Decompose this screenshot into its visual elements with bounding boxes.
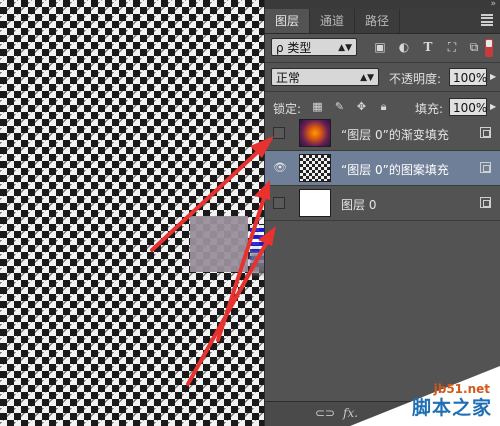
smart-object-badge-icon bbox=[480, 197, 491, 208]
filter-kind-label: ρ 类型 bbox=[276, 41, 312, 55]
layer-name: 图层 0 bbox=[341, 198, 377, 212]
lock-position-icon[interactable]: ✥ bbox=[355, 100, 368, 113]
tab-channels[interactable]: 通道 bbox=[310, 9, 356, 33]
watermark-text: 脚本之家 bbox=[411, 397, 492, 419]
eye-icon[interactable]: 👁︎ bbox=[273, 162, 287, 174]
layers-panel: » 图层 通道 路径 ρ 类型 ▲▼ ▣ ◐ T ⛶ ⧉ 正常 ▲▼ 不透明度:… bbox=[264, 0, 500, 426]
chevron-down-icon: ▲▼ bbox=[360, 73, 374, 83]
fill-input[interactable]: 100% bbox=[449, 98, 487, 116]
layer-thumbnail bbox=[299, 119, 331, 147]
document-canvas[interactable] bbox=[0, 0, 264, 426]
panel-top-bar: » bbox=[265, 0, 500, 9]
blend-mode-dropdown[interactable]: 正常 ▲▼ bbox=[271, 68, 379, 86]
layers-list: “图层 0”的渐变填充 👁︎ “图层 0”的图案填充 图层 0 bbox=[265, 116, 500, 400]
visibility-toggle[interactable] bbox=[273, 197, 285, 209]
type-filter-icon[interactable]: T bbox=[421, 40, 435, 54]
layer-row-base[interactable]: 图层 0 bbox=[265, 186, 500, 221]
lock-image-pixels-icon[interactable]: ✎ bbox=[333, 100, 346, 113]
opacity-label: 不透明度: bbox=[389, 72, 442, 86]
fill-label: 填充: bbox=[415, 102, 444, 116]
chevron-down-icon: ▲▼ bbox=[338, 43, 352, 53]
image-filter-icon[interactable]: ▣ bbox=[373, 40, 387, 54]
layer-row-pattern-fill[interactable]: 👁︎ “图层 0”的图案填充 bbox=[265, 151, 500, 186]
filter-toggle-switch[interactable] bbox=[485, 39, 493, 57]
redacted-area bbox=[190, 216, 248, 272]
link-icon[interactable]: ⊂⊃ bbox=[315, 406, 335, 420]
layer-row-gradient-fill[interactable]: “图层 0”的渐变填充 bbox=[265, 116, 500, 151]
panel-menu-icon[interactable] bbox=[481, 14, 493, 26]
lock-label: 锁定: bbox=[273, 102, 302, 116]
layer-thumbnail bbox=[299, 189, 331, 217]
filter-kind-dropdown[interactable]: ρ 类型 ▲▼ bbox=[271, 38, 357, 56]
layer-name: “图层 0”的图案填充 bbox=[341, 163, 449, 177]
blend-row: 正常 ▲▼ 不透明度: 100% ▶ bbox=[265, 63, 500, 91]
lock-transparent-pixels-icon[interactable]: ▦ bbox=[311, 100, 324, 113]
blend-mode-label: 正常 bbox=[276, 71, 301, 85]
opacity-input[interactable]: 100% bbox=[449, 68, 487, 86]
layer-thumbnail bbox=[299, 154, 331, 182]
layer-name: “图层 0”的渐变填充 bbox=[341, 128, 449, 142]
smart-object-badge-icon bbox=[480, 162, 491, 173]
layer-filter-row: ρ 类型 ▲▼ ▣ ◐ T ⛶ ⧉ bbox=[265, 34, 500, 62]
adjustment-filter-icon[interactable]: ◐ bbox=[397, 40, 411, 54]
smart-object-badge-icon bbox=[480, 127, 491, 138]
panel-tabs: 图层 通道 路径 bbox=[265, 9, 500, 34]
tab-layers[interactable]: 图层 bbox=[265, 9, 311, 33]
lock-all-icon[interactable]: 🔒︎ bbox=[377, 100, 390, 113]
collapse-panel-icon[interactable]: » bbox=[490, 0, 495, 9]
shape-filter-icon[interactable]: ⛶ bbox=[445, 40, 459, 54]
opacity-arrow-icon[interactable]: ▶ bbox=[490, 72, 496, 81]
fill-arrow-icon[interactable]: ▶ bbox=[490, 102, 496, 111]
smart-object-filter-icon[interactable]: ⧉ bbox=[467, 40, 481, 54]
visibility-toggle[interactable] bbox=[273, 127, 285, 139]
tab-paths[interactable]: 路径 bbox=[355, 9, 401, 33]
